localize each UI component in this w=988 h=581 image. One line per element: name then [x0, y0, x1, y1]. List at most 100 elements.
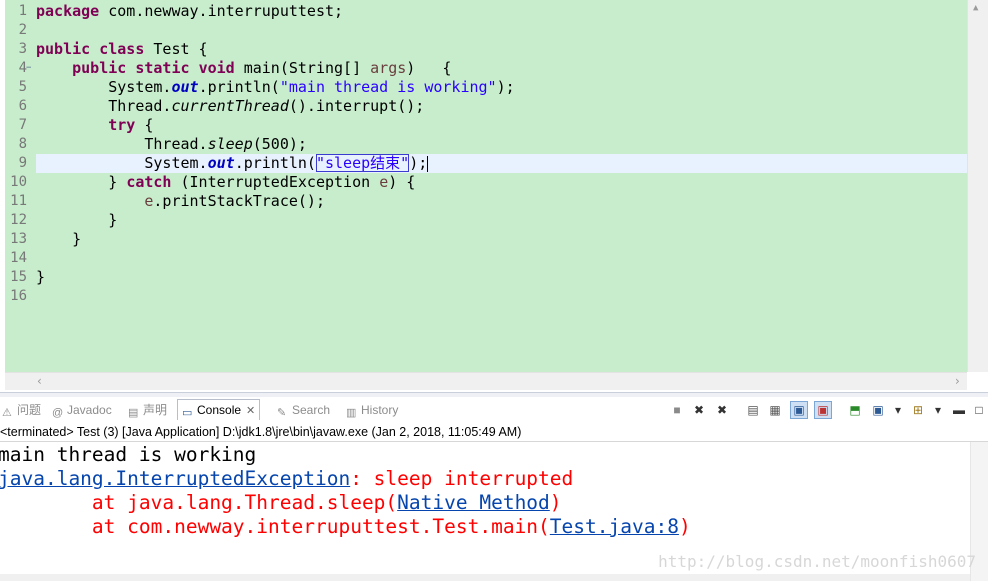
- code-token: void: [198, 59, 235, 77]
- code-token: class: [99, 40, 145, 58]
- code-line[interactable]: try {: [36, 116, 153, 135]
- line-number: 12: [10, 212, 27, 228]
- line-number: 14: [10, 250, 27, 266]
- display-console-dropdown[interactable]: ▾: [889, 401, 907, 419]
- line-number: 15: [10, 269, 27, 285]
- line-number: 16: [10, 288, 27, 304]
- minimize-button[interactable]: ▬: [950, 401, 968, 419]
- tab-label: 问题: [17, 403, 42, 417]
- fold-collapse-icon[interactable]: −: [26, 59, 31, 78]
- line-number: 8: [18, 136, 27, 152]
- console-text: at com.newway.interruputtest.Test.main(: [0, 515, 550, 538]
- code-line[interactable]: package com.newway.interruputtest;: [36, 2, 343, 21]
- code-token: public: [72, 59, 127, 77]
- code-line[interactable]: }: [36, 211, 117, 230]
- code-token: e: [379, 173, 389, 191]
- code-token: com.newway.interruputtest;: [99, 2, 344, 20]
- remove-all-terminated-button[interactable]: ✖: [713, 401, 731, 419]
- console-output-line: at java.lang.Thread.sleep(Native Method): [0, 491, 562, 515]
- code-token: currentThread: [171, 97, 289, 115]
- tab-声明[interactable]: ▤ 声明: [128, 400, 167, 420]
- code-token: Test {: [144, 40, 208, 58]
- code-token: sleep: [207, 135, 253, 153]
- console-text: ): [678, 515, 691, 538]
- terminate-button[interactable]: ■: [668, 401, 686, 419]
- code-area[interactable]: 1 2 3 4−5 6 7 8 9 10 11 12 13 14 15 16 package com.new…: [5, 0, 967, 372]
- problems-icon: ⚠: [2, 407, 12, 419]
- console-output-line: java.lang.InterruptedException: sleep in…: [0, 467, 573, 491]
- code-token: Thread.: [36, 97, 172, 115]
- scroll-up-icon[interactable]: ▲: [973, 3, 978, 13]
- code-token: System.: [36, 78, 172, 96]
- code-token: {: [135, 116, 154, 134]
- tab-问题[interactable]: ⚠ 问题: [2, 400, 41, 420]
- tab-label: 声明: [143, 403, 168, 417]
- code-line[interactable]: }: [36, 230, 81, 249]
- code-line[interactable]: Thread.sleep(500);: [36, 135, 307, 154]
- console-hyperlink[interactable]: Native Method: [397, 491, 550, 514]
- remove-launch-button[interactable]: ✖: [690, 401, 708, 419]
- editor-vertical-scrollbar[interactable]: ▲: [967, 0, 988, 372]
- line-number: 9: [18, 155, 27, 171]
- code-token: main(String[]: [234, 59, 371, 77]
- open-console-dropdown[interactable]: ▾: [929, 401, 947, 419]
- java-editor[interactable]: 1 2 3 4−5 6 7 8 9 10 11 12 13 14 15 16 package com.new…: [0, 0, 988, 392]
- code-token: System.: [36, 154, 208, 172]
- console-view-tabbar: ⚠ 问题 @ Javadoc ▤ 声明 ▭ Console ✕ ✎ Search ▥ History ■…: [0, 398, 988, 422]
- code-line[interactable]: public static void main(String[] args) {: [36, 59, 451, 78]
- close-tab-icon[interactable]: ✕: [246, 405, 255, 417]
- code-token: "sleep结束": [315, 154, 410, 172]
- console-horizontal-scrollbar[interactable]: [0, 574, 970, 581]
- code-token: package: [36, 2, 100, 20]
- scroll-right-icon[interactable]: ›: [955, 374, 960, 388]
- console-hyperlink[interactable]: Test.java:8: [550, 515, 679, 538]
- code-token: args: [370, 59, 407, 77]
- current-code-line[interactable]: System.out.println("sleep结束");: [36, 154, 967, 173]
- open-console-button[interactable]: ⊞: [909, 401, 927, 419]
- code-line[interactable]: public class Test {: [36, 40, 208, 59]
- code-line[interactable]: } catch (InterruptedException e) {: [36, 173, 415, 192]
- code-token: );: [496, 78, 515, 96]
- line-number-gutter: 1 2 3 4−5 6 7 8 9 10 11 12 13 14 15 16: [5, 0, 33, 372]
- maximize-button[interactable]: □: [970, 401, 988, 419]
- line-number: 13: [10, 231, 27, 247]
- code-token: }: [36, 268, 46, 286]
- display-console-button[interactable]: ▣: [869, 401, 887, 419]
- declaration-icon: ▤: [128, 407, 139, 419]
- scroll-left-icon[interactable]: ‹: [37, 374, 42, 388]
- editor-horizontal-scrollbar[interactable]: ‹ ›: [5, 372, 967, 390]
- console-output-line: at com.newway.interruputtest.Test.main(T…: [0, 515, 691, 539]
- history-icon: ▥: [346, 407, 357, 419]
- code-token: .println(: [234, 154, 316, 172]
- javadoc-icon: @: [52, 407, 64, 419]
- code-token: ().interrupt();: [288, 97, 425, 115]
- tab-console[interactable]: ▭ Console ✕: [177, 399, 261, 420]
- line-number: 1: [18, 3, 27, 19]
- word-wrap-button[interactable]: ▦: [766, 401, 784, 419]
- console-icon: ▭: [182, 407, 193, 419]
- code-line[interactable]: e.printStackTrace();: [36, 192, 325, 211]
- tab-history[interactable]: ▥ History: [346, 400, 398, 420]
- code-line[interactable]: }: [36, 268, 45, 287]
- scroll-lock-button[interactable]: ▤: [744, 401, 762, 419]
- console-output-line: main thread is working: [0, 443, 256, 467]
- pin-console-button[interactable]: ⬒: [846, 401, 864, 419]
- tab-label: Javadoc: [67, 403, 112, 417]
- tab-search[interactable]: ✎ Search: [277, 400, 330, 420]
- show-on-stdout-button[interactable]: ▣: [790, 401, 808, 419]
- console-hyperlink[interactable]: java.lang.InterruptedException: [0, 467, 350, 490]
- code-token: out: [207, 154, 235, 172]
- code-token: ) {: [388, 173, 416, 191]
- code-line[interactable]: System.out.println("main thread is worki…: [36, 78, 515, 97]
- tab-javadoc[interactable]: @ Javadoc: [52, 400, 112, 420]
- code-line[interactable]: Thread.currentThread().interrupt();: [36, 97, 424, 116]
- line-number: 7: [18, 117, 27, 133]
- show-on-stderr-button[interactable]: ▣: [814, 401, 832, 419]
- code-token: static: [135, 59, 190, 77]
- code-token: }: [36, 230, 82, 248]
- code-token: out: [171, 78, 199, 96]
- console-text: main thread is working: [0, 443, 257, 466]
